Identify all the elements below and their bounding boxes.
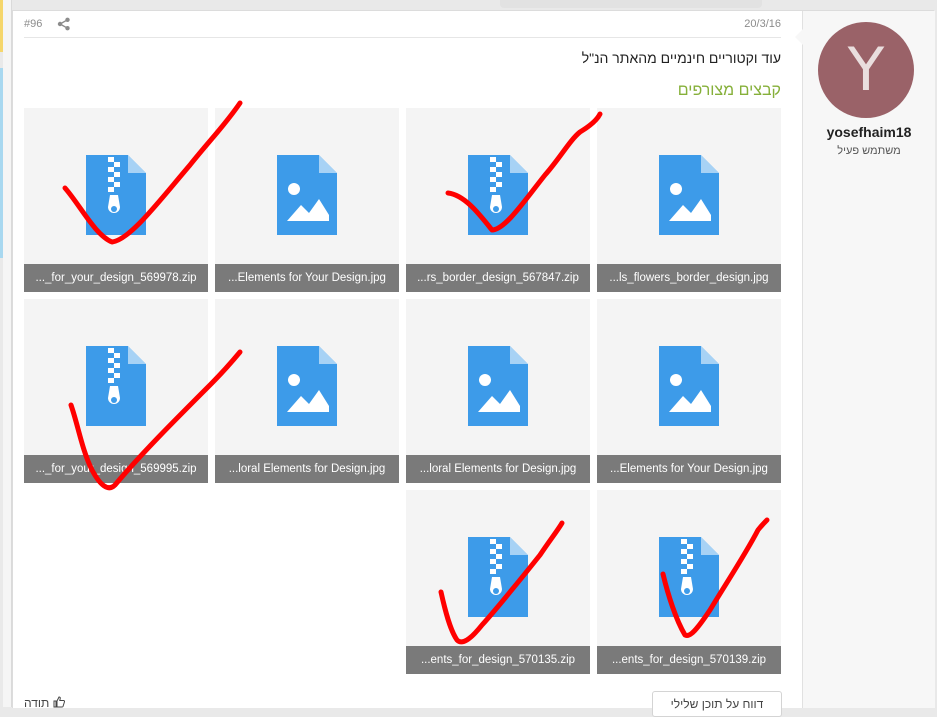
attachment-tile[interactable]: ..._for_your_design_569978.zip — [24, 108, 208, 292]
post-body: עוד וקטוריים חינמיים מהאתר הנ"ל — [581, 50, 781, 66]
attachment-filename[interactable]: ...loral Elements for Design.jpg — [215, 455, 399, 483]
attachment-filename[interactable]: ...loral Elements for Design.jpg — [406, 455, 590, 483]
attachment-filename[interactable]: ..._for_your_design_569995.zip — [24, 455, 208, 483]
attachment-filename[interactable]: ..._for_your_design_569978.zip — [24, 264, 208, 292]
image-file-icon — [468, 346, 528, 426]
attachment-filename[interactable]: ...ls_flowers_border_design.jpg — [597, 264, 781, 292]
image-file-icon — [659, 155, 719, 235]
attachment-filename[interactable]: ...Elements for Your Design.jpg — [215, 264, 399, 292]
attachment-tile[interactable]: ...ls_flowers_border_design.jpg — [597, 108, 781, 292]
post-main: #96 20/3/16 עוד וקטוריים חינמיים מהאתר ה… — [13, 11, 802, 717]
image-file-icon — [277, 346, 337, 426]
attachment-filename[interactable]: ...ents_for_design_570135.zip — [406, 646, 590, 674]
attachment-tile[interactable]: ...loral Elements for Design.jpg — [406, 299, 590, 483]
post-number[interactable]: #96 — [24, 18, 42, 30]
like-button[interactable]: תודה — [24, 696, 65, 710]
attachment-tile[interactable]: ..._for_your_design_569995.zip — [24, 299, 208, 483]
user-info-column: Y yosefhaim18 משתמש פעיל — [795, 11, 935, 708]
post-attribution: #96 20/3/16 — [24, 11, 781, 38]
zip-file-icon — [468, 537, 528, 617]
attachment-tile[interactable]: ...ents_for_design_570139.zip — [597, 490, 781, 674]
attachment-tile[interactable]: ...rs_border_design_567847.zip — [406, 108, 590, 292]
attachment-filename[interactable]: ...ents_for_design_570139.zip — [597, 646, 781, 674]
avatar[interactable]: Y — [818, 22, 914, 118]
attachments-heading: קבצים מצורפים — [677, 82, 781, 99]
user-column-arrow — [795, 29, 803, 45]
attachment-tile[interactable]: ...Elements for Your Design.jpg — [215, 108, 399, 292]
share-icon[interactable] — [57, 17, 71, 31]
left-margin — [3, 0, 12, 707]
forum-post: #96 20/3/16 עוד וקטוריים חינמיים מהאתר ה… — [12, 10, 935, 717]
attachment-filename[interactable]: ...Elements for Your Design.jpg — [597, 455, 781, 483]
top-tab — [500, 0, 762, 8]
zip-file-icon — [86, 346, 146, 426]
post-date: 20/3/16 — [744, 18, 781, 30]
username[interactable]: yosefhaim18 — [803, 124, 935, 140]
zip-file-icon — [86, 155, 146, 235]
attachment-tile[interactable]: ...Elements for Your Design.jpg — [597, 299, 781, 483]
zip-file-icon — [468, 155, 528, 235]
thumbs-up-icon — [53, 696, 65, 708]
attachment-tile[interactable]: ...ents_for_design_570135.zip — [406, 490, 590, 674]
image-file-icon — [659, 346, 719, 426]
user-title: משתמש פעיל — [837, 145, 901, 157]
attachment-tile[interactable]: ...loral Elements for Design.jpg — [215, 299, 399, 483]
like-label: תודה — [24, 696, 50, 710]
attachment-filename[interactable]: ...rs_border_design_567847.zip — [406, 264, 590, 292]
zip-file-icon — [659, 537, 719, 617]
report-button[interactable]: דווח על תוכן שלילי — [652, 691, 782, 717]
image-file-icon — [277, 155, 337, 235]
